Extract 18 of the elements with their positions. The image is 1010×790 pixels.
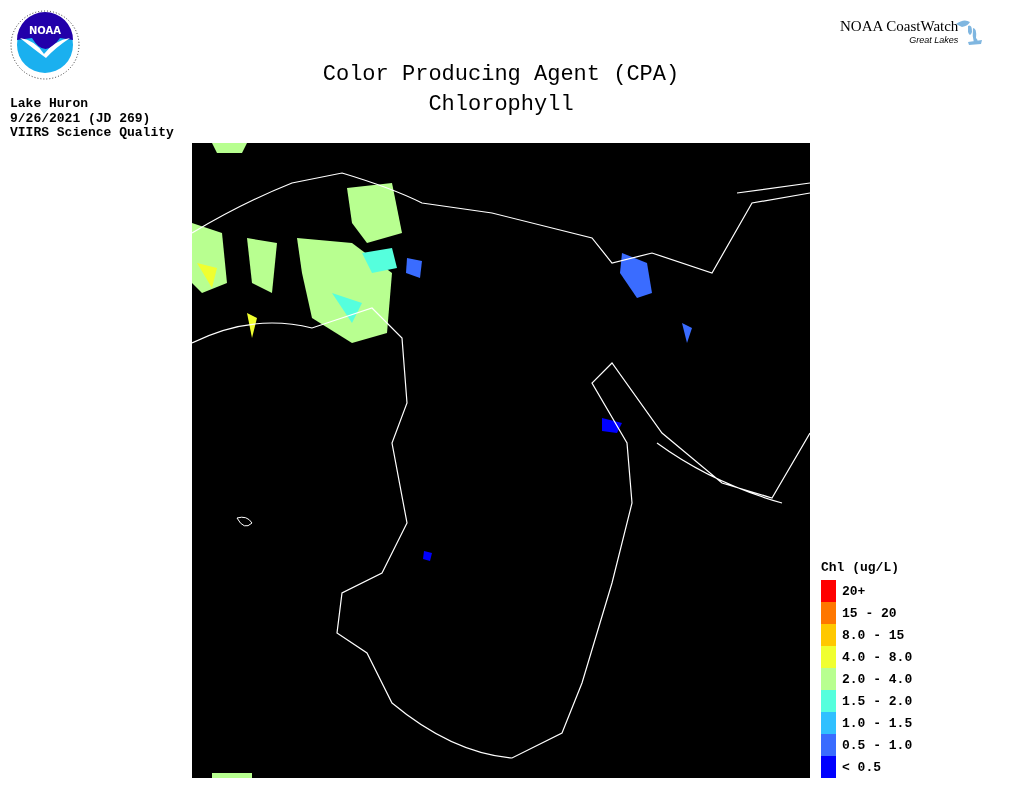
legend-label: 15 - 20 (842, 605, 897, 621)
legend-label: 1.0 - 1.5 (842, 715, 913, 731)
legend-label: 2.0 - 4.0 (842, 671, 913, 687)
coastwatch-logo-text: NOAA CoastWatch (840, 18, 959, 35)
coastwatch-region-text: Great Lakes (909, 35, 959, 45)
legend-label: 4.0 - 8.0 (842, 649, 913, 665)
noaa-logo-icon: NOAA (10, 10, 80, 80)
legend-label: < 0.5 (842, 759, 881, 775)
map-info-text: 9/26/2021 (JD 269) (10, 111, 152, 126)
legend-title: Chl (ug/L) (821, 560, 899, 575)
legend-label: 0.5 - 1.0 (842, 737, 913, 753)
map-info-text: Lake Huron (10, 97, 89, 112)
legend-label: 1.5 - 2.0 (842, 693, 913, 709)
legend-label: 20+ (842, 583, 866, 599)
map-info-text: VIIRS Science Quality (10, 126, 174, 141)
map-title: Chlorophyll (428, 91, 574, 119)
legend-label: 8.0 - 15 (842, 627, 905, 643)
map-title: Color Producing Agent (CPA) (322, 61, 680, 89)
